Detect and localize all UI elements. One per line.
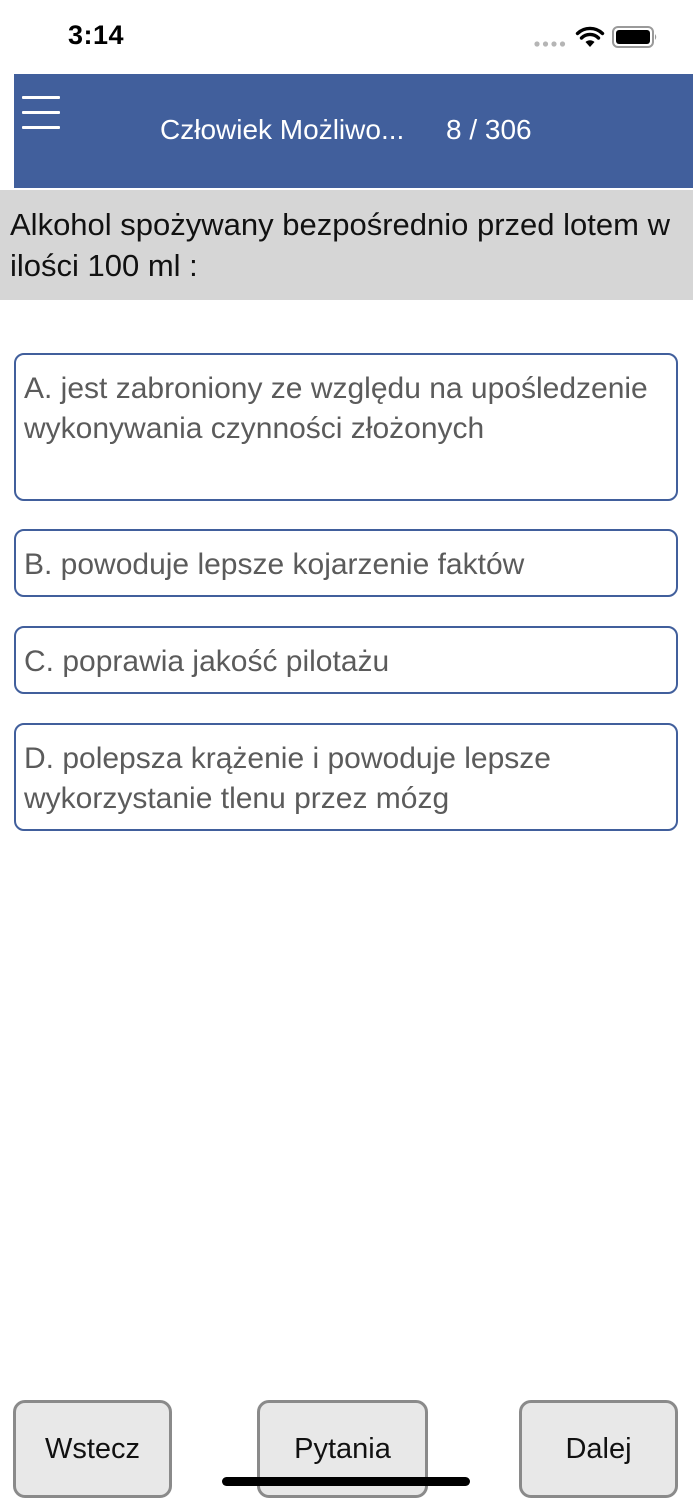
nav-bar: Człowiek Możliwo... 8 / 306	[14, 74, 693, 188]
question-counter: 8 / 306	[446, 114, 532, 145]
answer-option-c[interactable]: C. poprawia jakość pilotażu	[14, 626, 678, 694]
battery-icon	[612, 26, 657, 48]
quiz-screen: 3:14 Człowiek Możliwo... 8 / 306 Alkohol…	[0, 0, 693, 1500]
answer-option-b[interactable]: B. powoduje lepsze kojarzenie faktów	[14, 529, 678, 597]
nav-title: Człowiek Możliwo...	[160, 114, 405, 145]
question-text: Alkohol spożywany bezpośrednio przed lot…	[10, 207, 670, 283]
status-bar: 3:14	[0, 0, 693, 74]
next-button[interactable]: Dalej	[519, 1400, 678, 1498]
question-box: Alkohol spożywany bezpośrednio przed lot…	[0, 190, 693, 300]
home-indicator[interactable]	[222, 1477, 470, 1486]
cellular-signal-icon	[534, 41, 566, 47]
answer-option-d[interactable]: D. polepsza krążenie i powoduje lepsze w…	[14, 723, 678, 831]
hamburger-menu-icon[interactable]	[22, 96, 60, 136]
back-button[interactable]: Wstecz	[13, 1400, 172, 1498]
answer-option-a[interactable]: A. jest zabroniony ze względu na upośled…	[14, 353, 678, 501]
status-time: 3:14	[68, 20, 125, 50]
wifi-icon	[575, 26, 605, 47]
